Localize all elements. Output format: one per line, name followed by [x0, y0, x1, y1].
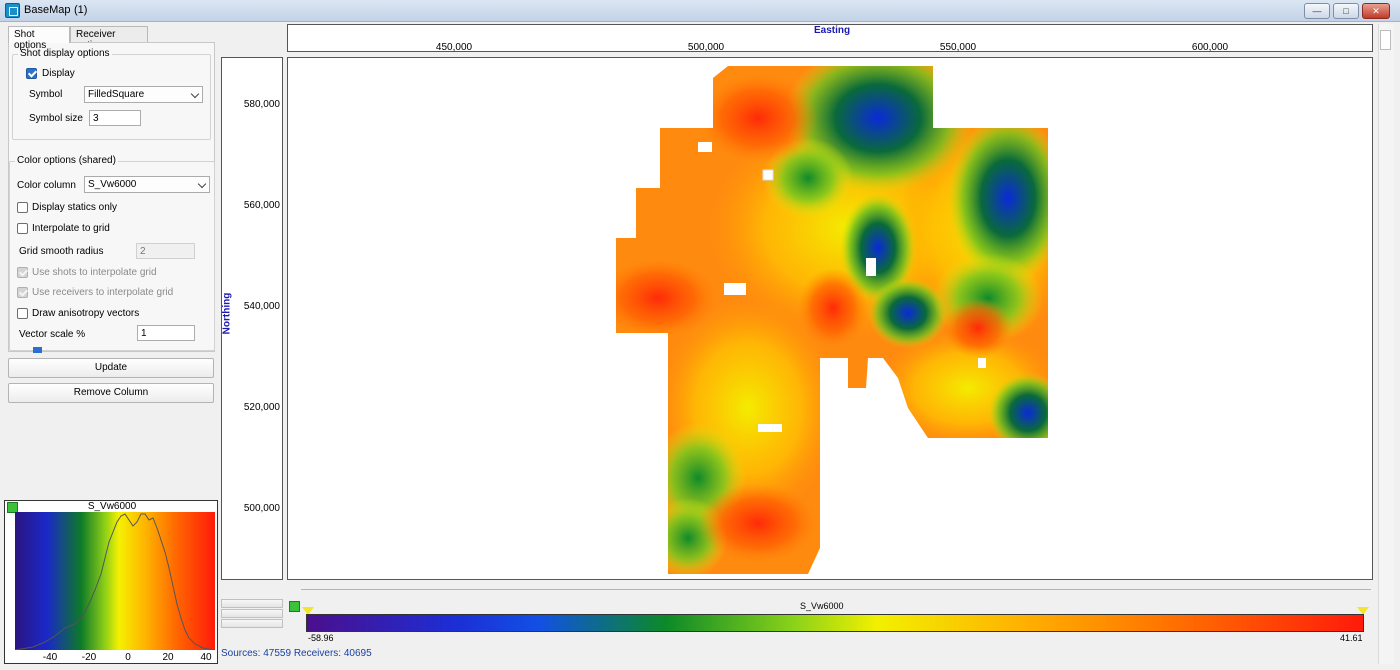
- use-shots-label: Use shots to interpolate grid: [32, 267, 157, 278]
- grid-smooth-label: Grid smooth radius: [19, 246, 104, 257]
- range-control-2[interactable]: [221, 609, 283, 618]
- histogram-title: S_Vw6000: [87, 501, 137, 512]
- display-statics-label: Display statics only: [32, 202, 118, 213]
- update-button[interactable]: Update: [8, 358, 214, 378]
- vector-scale-input[interactable]: 1: [137, 325, 195, 341]
- color-scale-bar: [306, 614, 1364, 632]
- symbol-label: Symbol: [29, 89, 63, 100]
- status-bar: Sources: 47559 Receivers: 40695: [221, 648, 372, 659]
- display-checkbox[interactable]: [26, 68, 37, 79]
- histogram-tick: -20: [81, 652, 97, 663]
- range-control-1[interactable]: [221, 599, 283, 608]
- base-map-canvas[interactable]: [287, 57, 1373, 580]
- easting-tick: 500,000: [687, 42, 725, 53]
- legend-min-value: -58.96: [308, 633, 334, 643]
- symbol-size-label: Symbol size: [29, 113, 83, 124]
- northing-tick: 500,000: [243, 503, 280, 514]
- easting-ruler: Easting 450,000 500,000 550,000 600,000: [287, 24, 1373, 53]
- color-column-value: S_Vw6000: [88, 179, 137, 190]
- display-statics-checkbox[interactable]: [17, 202, 28, 213]
- window-count: (1): [74, 4, 88, 16]
- chevron-down-icon: [190, 89, 200, 99]
- histogram-tick: 20: [162, 652, 174, 663]
- northing-tick: 580,000: [243, 99, 280, 110]
- options-panel: Shot display options Display Symbol Fill…: [8, 42, 215, 353]
- tab-shot-options[interactable]: Shot options: [8, 26, 70, 51]
- grid-smooth-input[interactable]: 2: [136, 243, 195, 259]
- symbol-select-value: FilledSquare: [88, 89, 145, 100]
- easting-tick: 450,000: [435, 42, 473, 53]
- histogram-plot: [15, 512, 215, 650]
- remove-column-button[interactable]: Remove Column: [8, 383, 214, 403]
- easting-tick: 600,000: [1191, 42, 1229, 53]
- legend-title: S_Vw6000: [800, 601, 844, 611]
- close-button[interactable]: ✕: [1362, 3, 1390, 19]
- color-options-group-title: Color options (shared): [15, 155, 118, 166]
- scrollbar-thumb[interactable]: [1380, 30, 1391, 50]
- shot-display-group: Shot display options Display Symbol Fill…: [12, 48, 211, 140]
- legend-max-value: 41.61: [1340, 633, 1363, 643]
- anisotropy-label: Draw anisotropy vectors: [32, 308, 140, 319]
- survey-shot-map[interactable]: [288, 58, 1373, 580]
- histogram-tick: 0: [125, 652, 131, 663]
- range-control-3[interactable]: [221, 619, 283, 628]
- interpolate-checkbox[interactable]: [17, 223, 28, 234]
- easting-title: Easting: [814, 25, 851, 36]
- symbol-size-input[interactable]: 3: [89, 110, 141, 126]
- histogram-tick: -40: [42, 652, 58, 663]
- histogram-curve: [15, 513, 215, 650]
- use-receivers-label: Use receivers to interpolate grid: [32, 287, 174, 298]
- window-title: BaseMap: [24, 4, 71, 16]
- app-icon: [5, 3, 20, 18]
- northing-title: Northing: [221, 292, 233, 335]
- legend-separator: [301, 589, 1371, 590]
- interpolate-label: Interpolate to grid: [32, 223, 110, 234]
- tab-receiver-options[interactable]: Receiver options: [70, 26, 148, 51]
- symbol-select[interactable]: FilledSquare: [84, 86, 203, 103]
- use-receivers-checkbox[interactable]: [17, 287, 28, 298]
- title-bar: BaseMap (1) — □ ✕: [0, 0, 1400, 22]
- restore-button[interactable]: □: [1333, 3, 1359, 19]
- northing-tick: 520,000: [243, 402, 280, 413]
- vector-scale-label: Vector scale %: [19, 329, 86, 340]
- display-label: Display: [42, 68, 75, 79]
- vertical-scrollbar[interactable]: [1378, 24, 1394, 664]
- color-options-group: Color options (shared) Color column S_Vw…: [9, 155, 215, 353]
- legend-color-handle[interactable]: [289, 601, 300, 612]
- minimize-button[interactable]: —: [1304, 3, 1330, 19]
- northing-tick: 540,000: [243, 301, 280, 312]
- northing-tick: 560,000: [243, 200, 280, 211]
- easting-tick: 550,000: [939, 42, 977, 53]
- northing-ruler: Northing 580,000 560,000 540,000 520,000…: [221, 57, 283, 580]
- chevron-down-icon: [197, 179, 207, 189]
- vector-scale-slider[interactable]: [33, 347, 42, 353]
- histogram-tick: 40: [200, 652, 212, 663]
- color-column-label: Color column: [17, 180, 76, 191]
- histogram-panel: S_Vw6000 -40 -20 0 20 40: [4, 500, 218, 664]
- anisotropy-checkbox[interactable]: [17, 308, 28, 319]
- color-column-select[interactable]: S_Vw6000: [84, 176, 210, 193]
- use-shots-checkbox[interactable]: [17, 267, 28, 278]
